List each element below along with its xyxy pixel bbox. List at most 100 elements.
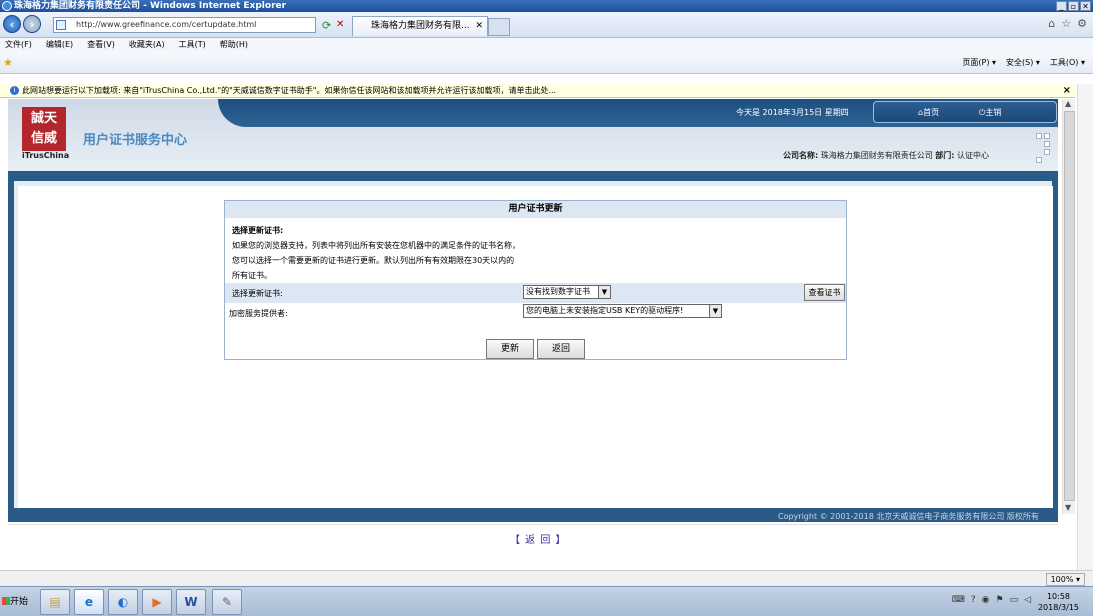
menu-tools[interactable]: 工具(T): [179, 38, 206, 52]
window-title-bar: 珠海格力集团财务有限责任公司 - Windows Internet Explor…: [0, 0, 1093, 12]
window-controls: _ ▫ ✕: [1056, 1, 1091, 11]
header-nav: ⌂首页 ⏻主销: [873, 101, 1057, 123]
menu-bar: 文件(F) 编辑(E) 查看(V) 收藏夹(A) 工具(T) 帮助(H): [0, 38, 1093, 52]
network-icon[interactable]: ▭: [1010, 595, 1019, 605]
page-scrollbar[interactable]: [1077, 84, 1093, 570]
view-cert-button[interactable]: 查看证书: [804, 284, 845, 301]
menu-help[interactable]: 帮助(H): [220, 38, 248, 52]
tab-close-icon[interactable]: ✕: [475, 17, 483, 36]
header-divider: [8, 171, 1058, 181]
system-tray: ⌨ ? ◉ ⚑ ▭ ◁: [952, 595, 1031, 605]
media-player-icon[interactable]: ▶: [142, 589, 172, 615]
word-icon[interactable]: W: [176, 589, 206, 615]
address-field[interactable]: http://www.greefinance.com/certupdate.ht…: [53, 17, 316, 33]
favorites-star-icon[interactable]: ☆: [1061, 17, 1071, 30]
minimize-button[interactable]: _: [1056, 1, 1067, 11]
logo-en: iTrusChina: [22, 151, 70, 160]
company-label: 公司名称:: [783, 151, 819, 160]
tab-active[interactable]: 珠海格力集团财务有限... ✕: [352, 16, 488, 36]
page-icon: [56, 20, 66, 30]
desc-line: 所有证书。: [232, 271, 272, 280]
paint-icon[interactable]: ✎: [212, 589, 242, 615]
windows-logo-icon: [2, 597, 10, 605]
desc-line: 如果您的浏览器支持，列表中将列出所有安装在您机器中的满足条件的证书名称，: [232, 241, 520, 250]
logout-link[interactable]: ⏻主销: [979, 107, 1001, 118]
scroll-thumb[interactable]: [1064, 111, 1075, 501]
addon-info-bar[interactable]: i 此网站想要运行以下加载项: 来自"iTrusChina Co.,Ltd."的…: [0, 84, 1075, 98]
section-title: 选择更新证书:: [232, 226, 284, 235]
cert-update-panel: 用户证书更新 选择更新证书: 如果您的浏览器支持，列表中将列出所有安装在您机器中…: [224, 200, 847, 360]
favorites-icon[interactable]: ★: [3, 56, 13, 69]
browser-icon[interactable]: ◐: [108, 589, 138, 615]
explorer-folder-icon[interactable]: ▤: [40, 589, 70, 615]
provider-select[interactable]: 您的电脑上未安装指定USB KEY的驱动程序! ▼: [523, 304, 722, 318]
page-header: 誠天 信威 iTrusChina 用户证书服务中心 今天是 2018年3月15日…: [8, 99, 1058, 171]
dept-name: 认证中心: [957, 151, 990, 160]
stop-icon[interactable]: ✕: [336, 19, 344, 30]
cert-select-value: 没有找到数字证书: [526, 287, 590, 296]
command-page[interactable]: 页面(P) ▾: [962, 57, 996, 68]
itruschina-logo: 誠天 信威 iTrusChina: [22, 107, 70, 163]
logout-label: 主销: [985, 108, 1002, 117]
update-button[interactable]: 更新: [486, 339, 534, 359]
restore-button[interactable]: ▫: [1068, 1, 1079, 11]
scroll-up-icon[interactable]: ▲: [1065, 99, 1071, 108]
start-label: 开始: [10, 597, 29, 607]
header-decoration: [1036, 133, 1054, 165]
footer-bar: Copyright © 2001-2018 北京天威诚信电子商务服务有限公司 版…: [8, 508, 1058, 522]
keyboard-icon[interactable]: ⌨: [952, 595, 965, 605]
menu-favorites[interactable]: 收藏夹(A): [129, 38, 165, 52]
volume-icon[interactable]: ◁: [1024, 595, 1031, 605]
scroll-down-icon[interactable]: ▼: [1065, 503, 1071, 512]
browser-right-icons: ⌂ ☆ ⚙: [1048, 17, 1087, 30]
infobar-text: 此网站想要运行以下加载项: 来自"iTrusChina Co.,Ltd."的"天…: [22, 86, 557, 95]
tab-label: 珠海格力集团财务有限...: [371, 21, 470, 31]
status-bar: 100% ▾: [0, 570, 1093, 586]
forward-button[interactable]: ›: [23, 15, 41, 33]
refresh-icon[interactable]: ⟳: [322, 19, 331, 32]
command-bar-right: 页面(P) ▾ 安全(S) ▾ 工具(O) ▾: [962, 57, 1085, 68]
back-button-form[interactable]: 返回: [537, 339, 585, 359]
clock[interactable]: 10:58 2018/3/15: [1038, 591, 1079, 613]
inner-scrollbar[interactable]: ▲ ▼: [1062, 99, 1075, 514]
cert-select[interactable]: 没有找到数字证书 ▼: [523, 285, 611, 299]
close-window-button[interactable]: ✕: [1080, 1, 1091, 11]
command-bar: ★ 页面(P) ▾ 安全(S) ▾ 工具(O) ▾: [0, 52, 1093, 74]
ie-logo-icon: [2, 1, 12, 11]
separator: [8, 524, 1058, 525]
menu-file[interactable]: 文件(F): [5, 38, 32, 52]
help-icon[interactable]: ?: [971, 595, 976, 605]
flag-icon[interactable]: ⚑: [995, 595, 1003, 605]
clock-date: 2018/3/15: [1037, 603, 1079, 612]
taskbar: 开始 ▤ e ◐ ▶ W ✎ ⌨ ? ◉ ⚑ ▭ ◁ 10:58 2018/3/…: [0, 586, 1093, 616]
new-tab-button[interactable]: [488, 18, 510, 36]
home-icon[interactable]: ⌂: [1048, 17, 1055, 30]
settings-gear-icon[interactable]: ⚙: [1077, 17, 1087, 30]
navigation-bar: ‹ › http://www.greefinance.com/certupdat…: [0, 12, 1093, 38]
back-link[interactable]: 【 返 回 】: [510, 531, 567, 546]
cert-label: 选择更新证书:: [232, 289, 283, 298]
provider-label: 加密服务提供者:: [229, 309, 288, 318]
window-title: 珠海格力集团财务有限责任公司 - Windows Internet Explor…: [14, 1, 287, 11]
command-safety[interactable]: 安全(S) ▾: [1006, 57, 1040, 68]
company-info: 公司名称: 珠海格力集团财务有限责任公司 部门: 认证中心: [783, 150, 989, 161]
menu-view[interactable]: 查看(V): [87, 38, 115, 52]
provider-select-value: 您的电脑上未安装指定USB KEY的驱动程序!: [526, 306, 684, 315]
dept-label: 部门:: [935, 151, 955, 160]
ie-taskbar-icon[interactable]: e: [74, 589, 104, 615]
back-button[interactable]: ‹: [3, 15, 21, 33]
menu-edit[interactable]: 编辑(E): [46, 38, 73, 52]
today-date: 今天是 2018年3月15日 星期四: [736, 108, 849, 117]
desc-line: 您可以选择一个需要更新的证书进行更新。默认列出所有有效期限在30天以内的: [232, 256, 515, 265]
home-link[interactable]: ⌂首页: [918, 107, 939, 118]
clock-time: 10:58: [1046, 592, 1071, 601]
company-name: 珠海格力集团财务有限责任公司: [820, 151, 933, 160]
chevron-down-icon: ▼: [598, 286, 610, 298]
command-tools[interactable]: 工具(O) ▾: [1050, 57, 1085, 68]
zoom-level[interactable]: 100% ▾: [1045, 573, 1085, 586]
logo-line2: 信威: [30, 131, 57, 146]
ime-icon[interactable]: ◉: [982, 595, 990, 605]
infobar-close-icon[interactable]: ×: [1063, 84, 1071, 98]
start-button[interactable]: 开始: [0, 591, 34, 613]
info-icon: i: [10, 86, 19, 95]
